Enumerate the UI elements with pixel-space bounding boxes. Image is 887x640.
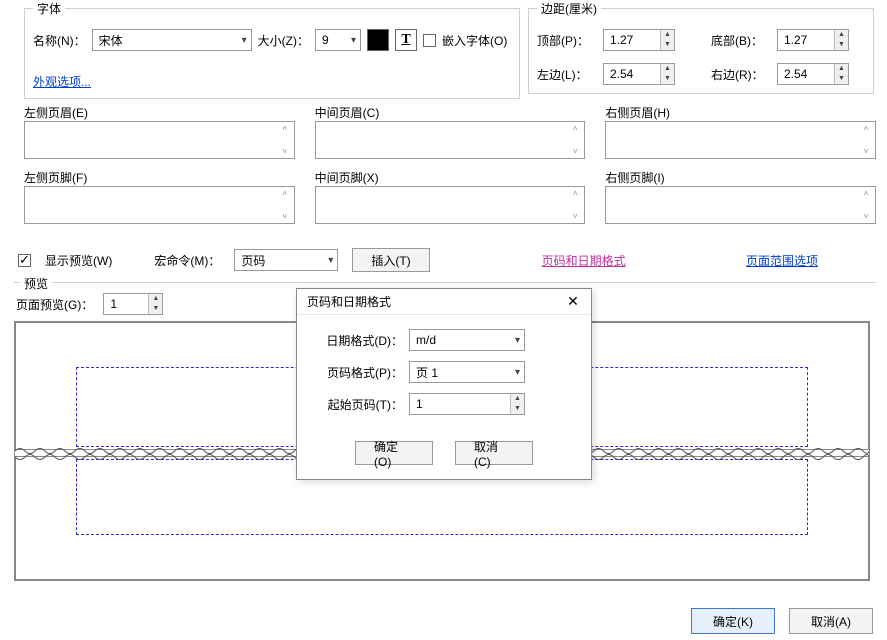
page-preview-value: 1: [104, 294, 148, 314]
header-left-input[interactable]: ˄˅: [24, 121, 295, 159]
page-preview-input[interactable]: 1 ▲▼: [103, 293, 163, 315]
chevron-down-icon: ▾: [351, 35, 356, 46]
chevron-down-icon: ▾: [328, 255, 333, 266]
page-date-format-link[interactable]: 页码和日期格式: [542, 252, 626, 269]
margin-top-value: 1.27: [604, 30, 660, 50]
start-page-label: 起始页码(T)：: [313, 396, 409, 413]
dialog-title: 页码和日期格式: [307, 293, 391, 310]
insert-button[interactable]: 插入(T): [352, 248, 429, 272]
margins-legend: 边距(厘米): [537, 0, 601, 17]
margin-top-input[interactable]: 1.27 ▲▼: [603, 29, 675, 51]
footer-center-input[interactable]: ˄˅: [315, 186, 586, 224]
font-size-combo[interactable]: 9 ▾: [315, 29, 361, 51]
margin-bottom-value: 1.27: [778, 30, 834, 50]
margin-right-label: 右边(R)：: [711, 66, 771, 83]
font-name-combo[interactable]: 宋体 ▾: [92, 29, 252, 51]
header-right-label: 右侧页眉(H): [605, 104, 876, 121]
underline-icon[interactable]: T: [395, 29, 417, 51]
embed-font-checkbox[interactable]: [423, 34, 436, 47]
footer-right-label: 右侧页脚(I): [605, 169, 876, 186]
date-format-combo[interactable]: m/d ▾: [409, 329, 525, 351]
macro-combo[interactable]: 页码 ▾: [234, 249, 338, 271]
header-right-input[interactable]: ˄˅: [605, 121, 876, 159]
macro-value: 页码: [241, 252, 265, 269]
page-date-format-dialog: 页码和日期格式 ✕ 日期格式(D)： m/d ▾ 页码格式(P)： 页 1 ▾ …: [296, 288, 592, 480]
header-left-label: 左侧页眉(E): [24, 104, 295, 121]
margin-left-label: 左边(L)：: [537, 66, 597, 83]
margin-left-input[interactable]: 2.54 ▲▼: [603, 63, 675, 85]
embed-font-label: 嵌入字体(O): [442, 32, 507, 49]
font-color-swatch[interactable]: [367, 29, 389, 51]
macro-label: 宏命令(M)：: [154, 252, 220, 269]
margin-right-input[interactable]: 2.54 ▲▼: [777, 63, 849, 85]
margin-bottom-label: 底部(B)：: [711, 32, 771, 49]
dialog-cancel-button[interactable]: 取消(C): [455, 441, 533, 465]
show-preview-checkbox[interactable]: [18, 254, 31, 267]
cancel-button[interactable]: 取消(A): [789, 608, 873, 634]
chevron-down-icon: ▾: [515, 367, 520, 378]
page-preview-label: 页面预览(G)：: [16, 296, 93, 313]
font-legend: 字体: [33, 0, 65, 17]
preview-legend: 预览: [20, 275, 52, 292]
margin-left-value: 2.54: [604, 64, 660, 84]
show-preview-label: 显示预览(W): [45, 252, 112, 269]
header-center-input[interactable]: ˄˅: [315, 121, 586, 159]
font-name-value: 宋体: [99, 32, 123, 49]
start-page-input[interactable]: 1 ▲▼: [409, 393, 525, 415]
appearance-options-link[interactable]: 外观选项...: [33, 75, 91, 89]
footer-left-input[interactable]: ˄˅: [24, 186, 295, 224]
margin-bottom-input[interactable]: 1.27 ▲▼: [777, 29, 849, 51]
page-range-options-link[interactable]: 页面范围选项: [746, 252, 818, 269]
ok-button[interactable]: 确定(K): [691, 608, 775, 634]
chevron-down-icon: ▾: [515, 335, 520, 346]
start-page-value: 1: [410, 394, 510, 414]
footer-left-label: 左侧页脚(F): [24, 169, 295, 186]
close-icon[interactable]: ✕: [561, 292, 585, 312]
margin-top-label: 顶部(P)：: [537, 32, 597, 49]
font-name-label: 名称(N)：: [33, 32, 86, 49]
date-format-label: 日期格式(D)：: [313, 332, 409, 349]
footer-center-label: 中间页脚(X): [315, 169, 586, 186]
page-format-value: 页 1: [416, 364, 438, 381]
header-center-label: 中间页眉(C): [315, 104, 586, 121]
footer-right-input[interactable]: ˄˅: [605, 186, 876, 224]
chevron-down-icon: ▾: [242, 35, 247, 46]
margin-right-value: 2.54: [778, 64, 834, 84]
dialog-ok-button[interactable]: 确定(O): [355, 441, 433, 465]
page-format-label: 页码格式(P)：: [313, 364, 409, 381]
page-format-combo[interactable]: 页 1 ▾: [409, 361, 525, 383]
font-size-label: 大小(Z)：: [258, 32, 309, 49]
font-size-value: 9: [322, 33, 329, 47]
date-format-value: m/d: [416, 333, 436, 347]
